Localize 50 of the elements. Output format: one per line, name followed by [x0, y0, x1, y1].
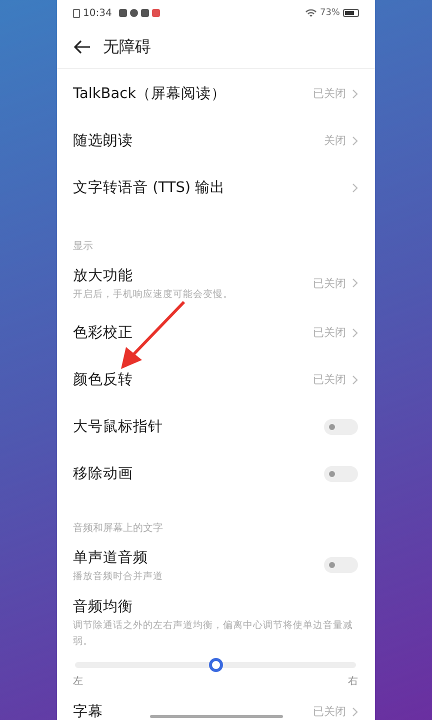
- settings-row[interactable]: 色彩校正 已关闭: [57, 309, 375, 356]
- row-label: 单声道音频: [73, 548, 148, 566]
- slider-max-label: 右: [348, 675, 358, 688]
- row-description: 调节除通话之外的左右声道均衡，偏离中心调节将使单边音量减弱。: [73, 619, 354, 649]
- row-value: 已关闭: [313, 86, 346, 101]
- row-label: 移除动画: [73, 465, 133, 483]
- chevron-icon: [352, 706, 358, 716]
- slider-thumb[interactable]: [208, 658, 222, 672]
- settings-row[interactable]: 文字转语音 (TTS) 输出: [57, 164, 375, 211]
- battery-icon: [343, 9, 359, 17]
- settings-row[interactable]: TalkBack（屏幕阅读） 已关闭: [57, 70, 375, 117]
- row-description: 播放音频时合并声道: [73, 570, 163, 582]
- chevron-icon: [352, 136, 358, 146]
- row-value: 已关闭: [313, 325, 346, 340]
- toggle-switch[interactable]: [324, 466, 358, 482]
- row-label: 文字转语音 (TTS) 输出: [73, 178, 226, 197]
- chevron-icon: [352, 374, 358, 384]
- settings-row[interactable]: 放大功能 开启后，手机响应速度可能会变慢。 已关闭: [57, 257, 375, 309]
- chevron-icon: [352, 278, 358, 288]
- status-time: 10:34: [83, 8, 112, 18]
- annotation-arrow: [118, 300, 186, 372]
- page-title: 无障碍: [103, 36, 151, 58]
- row-label: 音频均衡: [73, 598, 134, 616]
- row-value: 关闭: [324, 133, 346, 148]
- sim-card-icon: [73, 8, 80, 18]
- section-header: 显示: [72, 240, 94, 254]
- row-label: 随选朗读: [73, 132, 133, 150]
- settings-row[interactable]: 颜色反转 已关闭: [57, 356, 375, 403]
- row-value: 已关闭: [313, 276, 346, 290]
- chevron-icon: [352, 88, 358, 98]
- row-description: 开启后，手机响应速度可能会变慢。: [73, 288, 233, 300]
- toggle-switch[interactable]: [324, 418, 358, 434]
- wifi-icon: [304, 8, 317, 18]
- slider-min-label: 左: [73, 675, 83, 688]
- row-value: 已关闭: [313, 704, 346, 719]
- back-button[interactable]: [73, 40, 91, 54]
- chevron-icon: [352, 328, 358, 338]
- settings-row[interactable]: 字幕 已关闭: [57, 688, 375, 720]
- section-header: 音频和屏幕上的文字: [72, 522, 164, 536]
- battery-percent: 73%: [320, 8, 340, 18]
- chevron-icon: [352, 182, 358, 192]
- row-value: 已关闭: [313, 372, 346, 387]
- settings-row[interactable]: 随选朗读 关闭: [57, 117, 375, 164]
- row-label: 颜色反转: [73, 371, 133, 389]
- row-label: TalkBack（屏幕阅读）: [73, 85, 226, 103]
- row-label: 大号鼠标指针: [73, 418, 163, 436]
- row-label: 放大功能: [73, 266, 133, 284]
- row-label: 色彩校正: [73, 324, 133, 342]
- row-label: 字幕: [73, 702, 103, 720]
- toggle-switch[interactable]: [324, 557, 358, 573]
